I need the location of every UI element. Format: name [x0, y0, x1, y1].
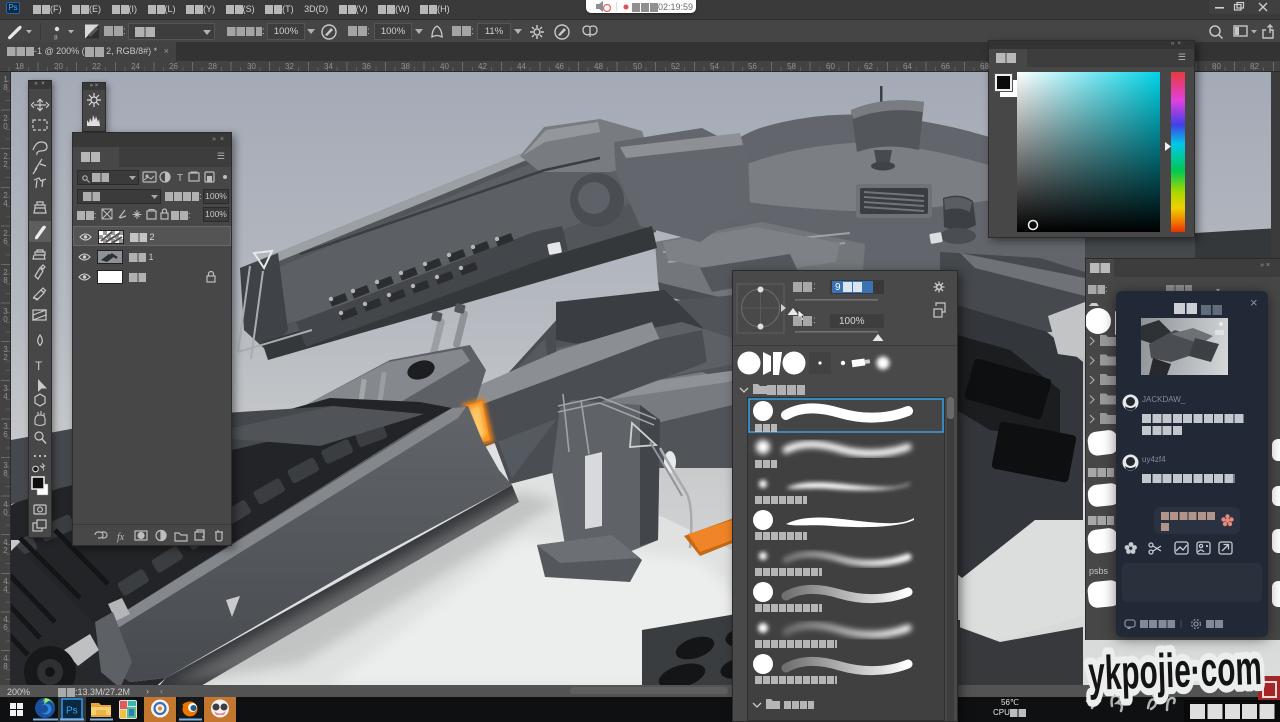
svg-text:T: T: [177, 173, 183, 184]
svg-text:ykpojie·com: ykpojie·com: [1087, 642, 1262, 701]
svg-text:8: 8: [54, 35, 58, 42]
svg-text:fx: fx: [117, 532, 125, 543]
svg-text:Ps: Ps: [66, 706, 78, 717]
svg-text:T: T: [35, 359, 43, 373]
